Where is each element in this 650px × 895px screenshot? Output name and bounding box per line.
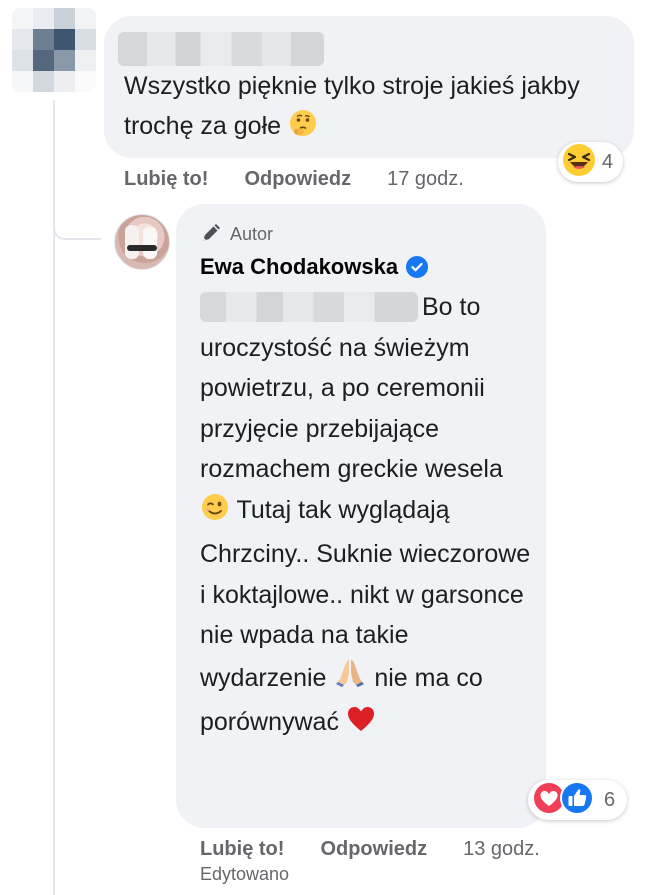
- comment-timestamp[interactable]: 17 godz.: [387, 168, 464, 191]
- comment-actions: Lubię to! Odpowiedz 17 godz.: [124, 168, 464, 191]
- comment-text: Wszystko pięknie tylko stroje jakieś jak…: [124, 66, 614, 150]
- comment-reactions[interactable]: 4: [558, 142, 624, 182]
- winking-face-icon: [200, 492, 230, 535]
- reply-timestamp[interactable]: 13 godz.: [463, 838, 540, 861]
- reaction-count: 6: [604, 788, 616, 811]
- reply-reactions[interactable]: 6: [528, 780, 628, 820]
- laughing-face-icon: [562, 143, 596, 182]
- reply-actions: Lubię to! Odpowiedz 13 godz.: [200, 838, 540, 861]
- edited-label: Edytowano: [200, 864, 290, 884]
- reaction-count: 4: [602, 150, 614, 173]
- author-badge: Autor: [200, 220, 273, 249]
- thread-line: [53, 100, 55, 895]
- avatar-figure: [143, 227, 157, 259]
- verified-badge-icon: [406, 256, 429, 278]
- reply-text: Bo to uroczystość na świeżym powietrzu, …: [200, 287, 536, 747]
- blurred-commenter-name: [118, 32, 324, 66]
- reply-text-part-1: Bo to uroczystość na świeżym powietrzu, …: [200, 293, 503, 483]
- avatar-figure: [125, 225, 139, 259]
- reply-button[interactable]: Odpowiedz: [244, 168, 351, 191]
- like-reaction-icon: [560, 780, 594, 820]
- author-name[interactable]: Ewa Chodakowska: [200, 254, 429, 280]
- like-button[interactable]: Lubię to!: [124, 168, 208, 191]
- pen-icon: [200, 220, 224, 249]
- folded-hands-icon: [333, 656, 367, 703]
- like-button[interactable]: Lubię to!: [200, 838, 284, 861]
- author-name-text: Ewa Chodakowska: [200, 254, 399, 279]
- author-badge-label: Autor: [230, 224, 274, 244]
- thinking-face-icon: [288, 108, 318, 150]
- comment-text-content: Wszystko pięknie tylko stroje jakieś jak…: [124, 72, 580, 140]
- avatar-detail: [127, 245, 157, 251]
- red-heart-icon: [346, 704, 376, 747]
- reply-connector-line: [53, 226, 101, 240]
- reply-button[interactable]: Odpowiedz: [320, 838, 427, 861]
- commenter-avatar[interactable]: [12, 8, 96, 92]
- author-avatar[interactable]: [114, 214, 170, 270]
